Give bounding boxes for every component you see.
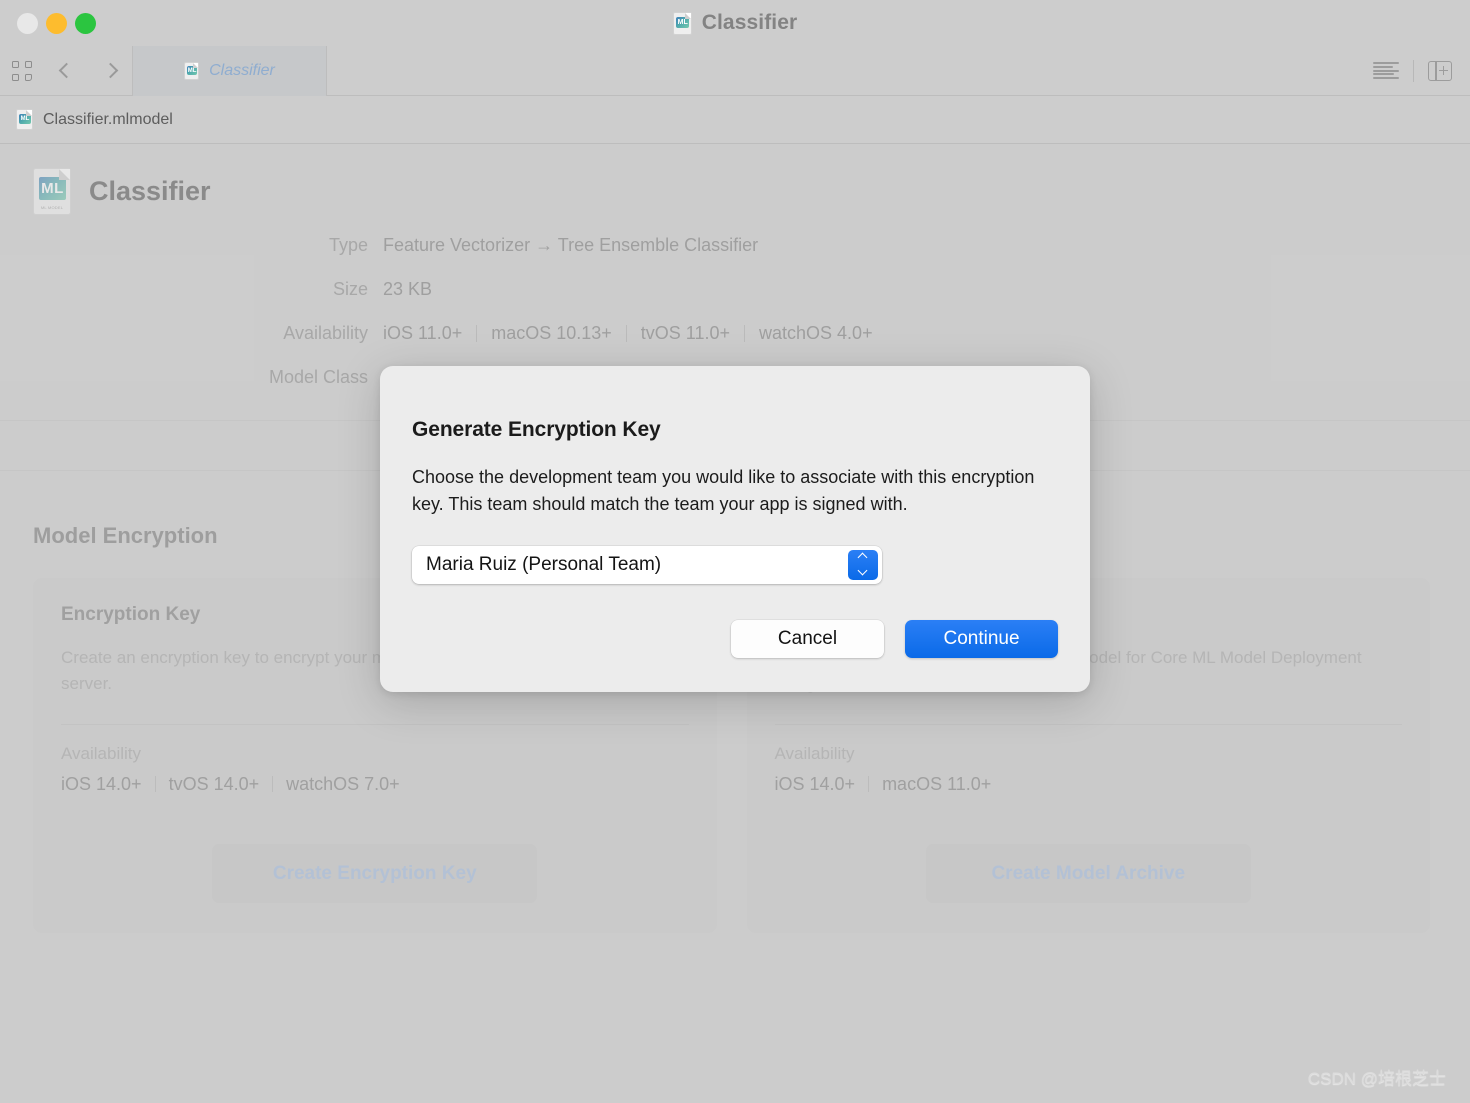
meta-label: Type: [33, 235, 383, 256]
window-title: Classifier: [702, 11, 798, 35]
card-availability-list: iOS 14.0+ macOS 11.0+: [775, 774, 1403, 795]
xcode-window: ML Classifier ML Classifier: [0, 0, 1470, 1103]
mlmodel-file-icon: ML: [16, 109, 33, 130]
add-editor-button[interactable]: [1428, 61, 1452, 81]
create-model-archive-button[interactable]: Create Model Archive: [926, 844, 1251, 903]
mlmodel-file-icon: ML: [184, 62, 199, 80]
meta-row-size: Size 23 KB: [33, 279, 1470, 323]
availability-item: iOS 14.0+: [775, 774, 869, 795]
meta-label: Size: [33, 279, 383, 300]
card-availability-list: iOS 14.0+ tvOS 14.0+ watchOS 7.0+: [61, 774, 689, 795]
grid-icon: [12, 61, 32, 81]
model-header: ML ML MODEL Classifier: [0, 144, 1470, 215]
mlmodel-file-icon: ML ML MODEL: [33, 168, 71, 215]
team-select-row: Maria Ruiz (Personal Team): [412, 546, 1058, 584]
availability-list: iOS 11.0+ macOS 10.13+ tvOS 11.0+ watchO…: [383, 323, 887, 344]
availability-item: tvOS 14.0+: [156, 774, 273, 795]
card-availability-label: Availability: [775, 744, 1403, 764]
close-button[interactable]: [17, 13, 38, 34]
minimize-button[interactable]: [46, 13, 67, 34]
watermark: CSDN @培根芝士: [1308, 1064, 1446, 1089]
mlmodel-file-icon: ML: [673, 12, 692, 35]
meta-row-type: Type Feature Vectorizer → Tree Ensemble …: [33, 235, 1470, 279]
card-divider: [61, 724, 689, 725]
maximize-button[interactable]: [75, 13, 96, 34]
meta-row-availability: Availability iOS 11.0+ macOS 10.13+ tvOS…: [33, 323, 1470, 367]
meta-label: Model Class: [33, 367, 383, 388]
card-availability-label: Availability: [61, 744, 689, 764]
text-lines-icon: [1373, 62, 1399, 79]
dialog-message: Choose the development team you would li…: [412, 464, 1058, 517]
dialog-buttons: Cancel Continue: [412, 620, 1058, 658]
dialog-title: Generate Encryption Key: [412, 418, 1058, 442]
availability-item: macOS 11.0+: [869, 774, 1004, 795]
tab-classifier[interactable]: ML Classifier: [132, 46, 327, 96]
page-title: Classifier: [89, 176, 211, 207]
editor-options-button[interactable]: [1373, 62, 1399, 79]
traffic-lights: [0, 13, 96, 34]
continue-button[interactable]: Continue: [905, 620, 1058, 658]
add-panel-icon: [1428, 61, 1452, 81]
tab-label: Classifier: [209, 62, 275, 80]
availability-item: watchOS 4.0+: [745, 323, 887, 344]
card-action-row: Create Model Archive: [775, 844, 1403, 903]
generate-encryption-key-dialog: Generate Encryption Key Choose the devel…: [380, 366, 1090, 692]
availability-item: macOS 10.13+: [477, 323, 626, 344]
create-encryption-key-button[interactable]: Create Encryption Key: [212, 844, 537, 903]
availability-item: watchOS 7.0+: [273, 774, 413, 795]
breadcrumb[interactable]: ML Classifier.mlmodel: [0, 96, 1470, 144]
availability-item: iOS 11.0+: [383, 323, 476, 344]
up-down-chevron-icon[interactable]: [848, 550, 878, 580]
toolbar-left-group: ML Classifier: [0, 46, 327, 95]
breadcrumb-label: Classifier.mlmodel: [43, 111, 173, 129]
forward-button[interactable]: [88, 46, 132, 96]
window-title-group: ML Classifier: [0, 11, 1470, 35]
back-button[interactable]: [44, 46, 88, 96]
meta-value: 23 KB: [383, 279, 432, 300]
ml-icon-caption: ML MODEL: [34, 205, 70, 210]
chevron-right-icon: [102, 63, 118, 79]
availability-item: iOS 14.0+: [61, 774, 155, 795]
availability-item: tvOS 11.0+: [627, 323, 744, 344]
development-team-select[interactable]: Maria Ruiz (Personal Team): [412, 546, 882, 584]
ml-badge: ML: [39, 177, 66, 200]
toolbar: ML Classifier: [0, 46, 1470, 96]
development-team-value: Maria Ruiz (Personal Team): [426, 554, 661, 576]
navigator-toggle-button[interactable]: [0, 46, 44, 96]
chevron-left-icon: [58, 63, 74, 79]
cancel-button[interactable]: Cancel: [731, 620, 884, 658]
toolbar-right-group: [1373, 60, 1452, 82]
meta-label: Availability: [33, 323, 383, 344]
window-titlebar: ML Classifier: [0, 0, 1470, 46]
meta-value: Feature Vectorizer → Tree Ensemble Class…: [383, 235, 758, 256]
toolbar-divider: [1413, 60, 1414, 82]
card-action-row: Create Encryption Key: [61, 844, 689, 903]
card-divider: [775, 724, 1403, 725]
